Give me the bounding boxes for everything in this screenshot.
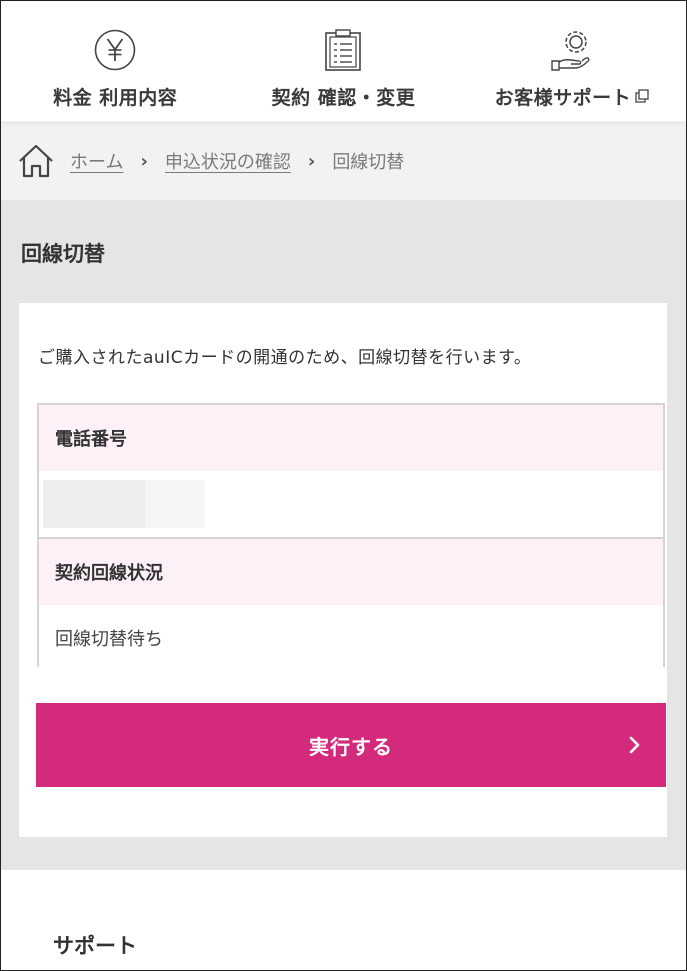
nav-billing[interactable]: 料金 利用内容 (1, 1, 229, 121)
chevron-right-icon (629, 736, 640, 754)
clipboard-icon (323, 28, 363, 72)
contract-line-status-label: 契約回線状況 (39, 539, 663, 605)
line-switch-card: ご購入されたauICカードの開通のため、回線切替を行います。 電話番号 契約回線… (19, 303, 667, 837)
contract-line-status-value: 回線切替待ち (39, 605, 663, 671)
external-link-icon (635, 86, 649, 108)
page-title: 回線切替 (21, 242, 105, 266)
nav-billing-label: 料金 利用内容 (53, 87, 178, 109)
breadcrumb-separator: › (307, 150, 316, 172)
nav-support-label: お客様サポート (494, 87, 632, 109)
execute-button-label: 実行する (309, 734, 393, 759)
top-nav: 料金 利用内容 契約 確認・変更 お客様サポート (1, 1, 686, 121)
breadcrumb: ホーム › 申込状況の確認 › 回線切替 (1, 122, 686, 200)
nav-support-label-row: お客様サポート (495, 83, 650, 110)
masked-block (145, 480, 205, 528)
home-icon[interactable] (18, 142, 56, 180)
breadcrumb-current: 回線切替 (332, 152, 405, 173)
phone-number-label: 電話番号 (39, 405, 663, 471)
masked-block (43, 480, 145, 528)
support-heading: サポート (53, 934, 137, 958)
intro-text: ご購入されたauICカードの開通のため、回線切替を行います。 (38, 348, 532, 368)
nav-contract-label: 契約 確認・変更 (271, 87, 416, 109)
yen-icon (93, 28, 137, 72)
info-table: 電話番号 契約回線状況 回線切替待ち (37, 403, 665, 671)
breadcrumb-home-link[interactable]: ホーム (70, 148, 123, 174)
phone-number-masked (39, 480, 205, 528)
breadcrumb-application-status-link[interactable]: 申込状況の確認 (165, 148, 291, 174)
nav-support[interactable]: お客様サポート (458, 1, 686, 121)
breadcrumb-separator: › (140, 150, 148, 172)
phone-number-value (39, 471, 663, 537)
support-hand-gear-icon (549, 28, 595, 72)
nav-contract[interactable]: 契約 確認・変更 (229, 1, 457, 121)
main-section: 回線切替 ご購入されたauICカードの開通のため、回線切替を行います。 電話番号… (1, 200, 686, 870)
execute-button[interactable]: 実行する (36, 703, 666, 787)
